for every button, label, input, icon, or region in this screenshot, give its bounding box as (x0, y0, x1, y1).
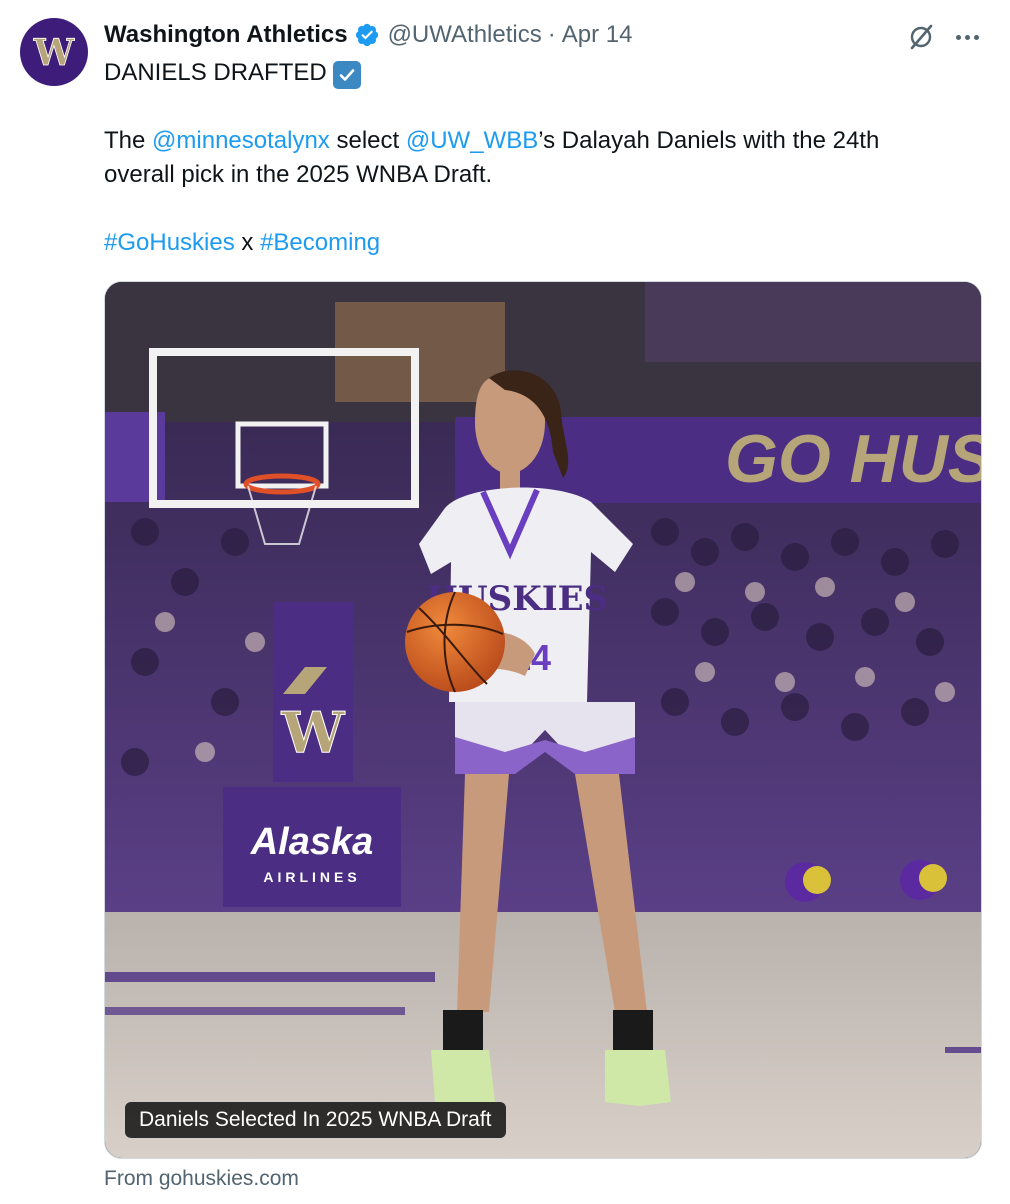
tweet-date[interactable]: Apr 14 (562, 21, 633, 49)
link-card-source[interactable]: From gohuskies.com (104, 1164, 299, 1194)
alaska-logo: Alaska (250, 821, 374, 863)
hashtag-joiner: x (234, 229, 261, 256)
hashtag-becoming[interactable]: #Becoming (260, 229, 380, 256)
body-prefix: The (104, 127, 153, 154)
link-card-image[interactable]: GO HUS W Alaska AIRLINES HUSKIES Daniels… (104, 281, 982, 1159)
media-caption: Daniels Selected In 2025 WNBA Draft (125, 1102, 506, 1138)
body-suffix: ’s Dalayah Daniels with the 24th (538, 127, 880, 154)
author-avatar[interactable]: W (20, 18, 88, 86)
uw-logo-icon: W (32, 34, 75, 70)
tweet-card[interactable]: W Washington Athletics @UWAthletics · Ap… (0, 0, 1010, 1204)
author-handle[interactable]: @UWAthletics (388, 21, 542, 49)
separator-dot: · (547, 21, 556, 48)
tweet-header: Washington Athletics @UWAthletics · Apr … (104, 18, 632, 52)
tweet-body-line-2: overall pick in the 2025 WNBA Draft. (104, 161, 493, 188)
tweet-body-line-1: The @minnesotalynx select @UW_WBB’s Dala… (104, 124, 879, 158)
check-mark-button-emoji (332, 61, 361, 89)
basketball (405, 592, 505, 692)
go-huskies-banner: GO HUS (725, 421, 982, 497)
tweet-headline: DANIELS DRAFTED (104, 59, 327, 86)
grok-icon[interactable] (906, 22, 936, 52)
stanchion-w-logo: W (281, 700, 346, 766)
more-options-icon[interactable] (952, 22, 982, 52)
mention-uw-wbb[interactable]: @UW_WBB (406, 127, 538, 154)
basketball-photo: GO HUS W Alaska AIRLINES HUSKIES (105, 282, 982, 1158)
body-middle: select (329, 127, 406, 154)
author-display-name[interactable]: Washington Athletics (104, 21, 348, 49)
tweet-headline-line: DANIELS DRAFTED (104, 56, 361, 90)
hashtag-gohuskies[interactable]: #GoHuskies (104, 229, 235, 256)
tweet-hashtags: #GoHuskies x #Becoming (104, 226, 380, 260)
airlines-label: AIRLINES (263, 869, 360, 885)
verified-badge-icon[interactable] (354, 22, 380, 48)
mention-minnesotalynx[interactable]: @minnesotalynx (152, 127, 330, 154)
svg-text:W: W (33, 34, 75, 70)
